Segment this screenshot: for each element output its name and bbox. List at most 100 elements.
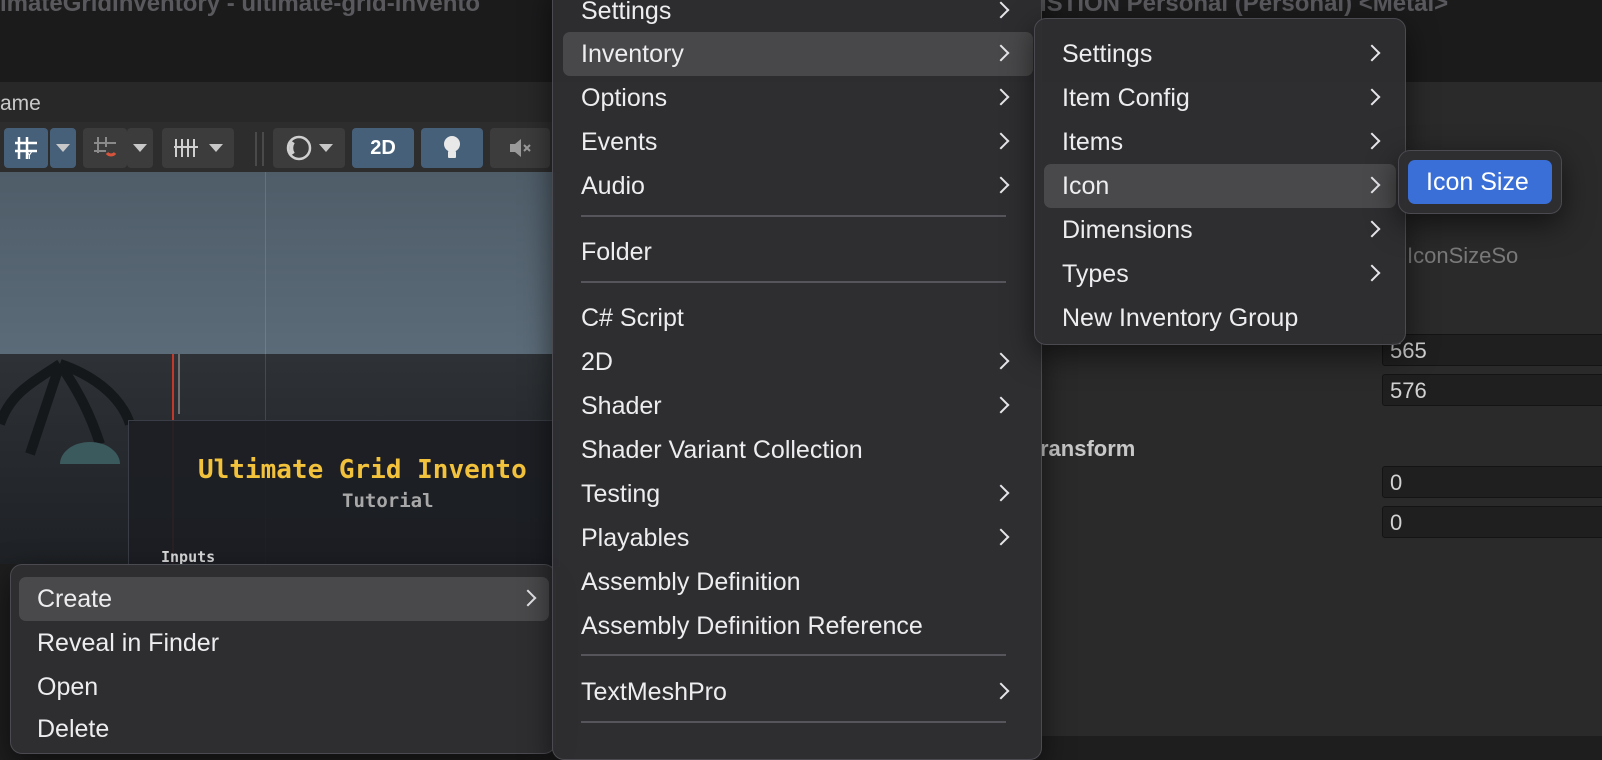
menu-item-folder[interactable]: Folder bbox=[563, 230, 1033, 274]
chevron-right-icon bbox=[992, 132, 1010, 150]
menu-item-assembly-definition-reference[interactable]: Assembly Definition Reference bbox=[563, 604, 1033, 648]
inspector-field-y[interactable]: 0 bbox=[1382, 506, 1602, 538]
menu-item-label: Shader bbox=[581, 392, 662, 420]
menu-item-dimensions[interactable]: Dimensions bbox=[1044, 208, 1396, 252]
menu-item-label: Open bbox=[37, 673, 99, 701]
menu-item-label: Events bbox=[581, 128, 658, 156]
chevron-right-icon bbox=[1363, 132, 1381, 150]
scene-view-sky[interactable] bbox=[0, 172, 555, 354]
chevron-right-icon bbox=[1363, 264, 1381, 282]
menu-item-testing[interactable]: Testing bbox=[563, 472, 1033, 516]
speaker-mute-icon bbox=[510, 139, 531, 157]
menu-item-csharp-script[interactable]: C# Script bbox=[563, 296, 1033, 340]
tab-scene-game[interactable]: ame bbox=[0, 92, 41, 116]
menu-item-events[interactable]: Events bbox=[563, 120, 1033, 164]
scene-tab-bar bbox=[0, 82, 560, 122]
menu-item-icon[interactable]: Icon bbox=[1044, 164, 1396, 208]
menu-item-new-inventory-group[interactable]: New Inventory Group bbox=[1044, 296, 1396, 340]
menu-item-open[interactable]: Open bbox=[19, 665, 549, 709]
menu-item-label: Folder bbox=[581, 238, 652, 266]
inspector-field-width[interactable]: 565 bbox=[1382, 334, 1602, 366]
menu-item-playables[interactable]: Playables bbox=[563, 516, 1033, 560]
menu-item-shader[interactable]: Shader bbox=[563, 384, 1033, 428]
menu-item-assembly-definition[interactable]: Assembly Definition bbox=[563, 560, 1033, 604]
menu-item-label: Items bbox=[1062, 128, 1124, 156]
menu-item-label: Settings bbox=[581, 0, 672, 25]
menu-item-label: New Inventory Group bbox=[1062, 304, 1299, 332]
tutorial-subtitle: Tutorial bbox=[342, 490, 434, 512]
inspector-section-transform: ransform bbox=[1040, 436, 1136, 461]
menu-item-label: Types bbox=[1062, 260, 1129, 288]
toolbar-separator bbox=[262, 132, 264, 166]
menu-item-label: Create bbox=[37, 585, 113, 613]
menu-item-inventory-settings[interactable]: Settings bbox=[1044, 32, 1396, 76]
menu-item-settings[interactable]: Settings bbox=[563, 0, 1033, 33]
grid-dropdown-button[interactable] bbox=[50, 128, 76, 168]
menu-item-label: C# Script bbox=[581, 304, 684, 332]
menu-separator bbox=[581, 215, 1006, 217]
menu-item-delete[interactable]: Delete bbox=[19, 707, 549, 751]
menu-item-label: Settings bbox=[1062, 40, 1153, 68]
chevron-right-icon bbox=[992, 528, 1010, 546]
inventory-submenu: Settings Item Config Items Icon Dimensio… bbox=[1034, 18, 1406, 345]
lighting-toggle[interactable] bbox=[421, 128, 483, 168]
chevron-right-icon bbox=[992, 44, 1010, 62]
menu-item-types[interactable]: Types bbox=[1044, 252, 1396, 296]
chevron-right-icon bbox=[992, 88, 1010, 106]
menu-item-label: Shader Variant Collection bbox=[581, 436, 863, 464]
context-menu: Create Reveal in Finder Open Delete bbox=[10, 564, 556, 754]
inspector-field-x[interactable]: 0 bbox=[1382, 466, 1602, 498]
sphere-icon bbox=[286, 135, 312, 161]
grid-visibility-button[interactable] bbox=[162, 128, 234, 168]
chevron-right-icon bbox=[992, 176, 1010, 194]
menu-item-create[interactable]: Create bbox=[19, 577, 549, 621]
shading-mode-button[interactable] bbox=[273, 128, 345, 168]
menu-item-label: 2D bbox=[581, 348, 613, 376]
toolbar-separator bbox=[255, 132, 257, 166]
snap-dropdown-button[interactable] bbox=[127, 128, 153, 168]
menu-item-inventory[interactable]: Inventory bbox=[563, 32, 1033, 76]
menu-item-label: Icon bbox=[1062, 172, 1110, 200]
menu-item-label: Icon Size bbox=[1426, 168, 1529, 196]
menu-item-label: Delete bbox=[37, 715, 110, 743]
menu-item-items[interactable]: Items bbox=[1044, 120, 1396, 164]
menu-item-item-config[interactable]: Item Config bbox=[1044, 76, 1396, 120]
grid-snap-icon[interactable]: Y bbox=[4, 128, 48, 168]
chevron-right-icon bbox=[1363, 176, 1381, 194]
menu-item-label: Options bbox=[581, 84, 668, 112]
menu-separator bbox=[581, 721, 1006, 723]
inspector-name-field[interactable]: IconSizeSo bbox=[1400, 240, 1602, 272]
menu-item-label: Inventory bbox=[581, 40, 684, 68]
menu-item-audio[interactable]: Audio bbox=[563, 164, 1033, 208]
menu-item-shader-variant-collection[interactable]: Shader Variant Collection bbox=[563, 428, 1033, 472]
menu-item-label: Audio bbox=[581, 172, 645, 200]
menu-item-reveal-in-finder[interactable]: Reveal in Finder bbox=[19, 621, 549, 665]
mode-2d-toggle[interactable]: 2D bbox=[352, 128, 414, 168]
menu-item-textmeshpro[interactable]: TextMeshPro bbox=[563, 670, 1033, 714]
menu-item-label: Assembly Definition Reference bbox=[581, 612, 923, 640]
menu-item-label: Playables bbox=[581, 524, 690, 552]
inspector-field-height[interactable]: 576 bbox=[1382, 374, 1602, 406]
chevron-right-icon bbox=[992, 396, 1010, 414]
icon-submenu: Icon Size bbox=[1398, 150, 1562, 214]
window-title-left: imateGridInventory - ultimate-grid-inven… bbox=[0, 0, 481, 17]
tutorial-title: Ultimate Grid Invento bbox=[198, 455, 527, 485]
menu-separator bbox=[581, 654, 1006, 656]
menu-item-label: Dimensions bbox=[1062, 216, 1193, 244]
chevron-right-icon bbox=[992, 484, 1010, 502]
chevron-right-icon bbox=[1363, 220, 1381, 238]
chevron-right-icon bbox=[1363, 88, 1381, 106]
menu-item-label: Reveal in Finder bbox=[37, 629, 220, 657]
svg-text:Y: Y bbox=[25, 149, 33, 161]
chevron-right-icon bbox=[992, 1, 1010, 19]
window-title-right: ISTION Personal (Personal) <Metal> bbox=[1040, 0, 1449, 17]
chevron-right-icon bbox=[519, 589, 537, 607]
create-submenu: Settings Inventory Options Events Audio … bbox=[552, 0, 1042, 760]
menu-item-icon-size[interactable]: Icon Size bbox=[1408, 160, 1552, 204]
menu-item-options[interactable]: Options bbox=[563, 76, 1033, 120]
menu-item-label: Item Config bbox=[1062, 84, 1190, 112]
menu-item-2d[interactable]: 2D bbox=[563, 340, 1033, 384]
audio-mute-toggle[interactable] bbox=[490, 128, 550, 168]
snap-increment-icon[interactable] bbox=[83, 128, 127, 168]
menu-item-label: Testing bbox=[581, 480, 661, 508]
